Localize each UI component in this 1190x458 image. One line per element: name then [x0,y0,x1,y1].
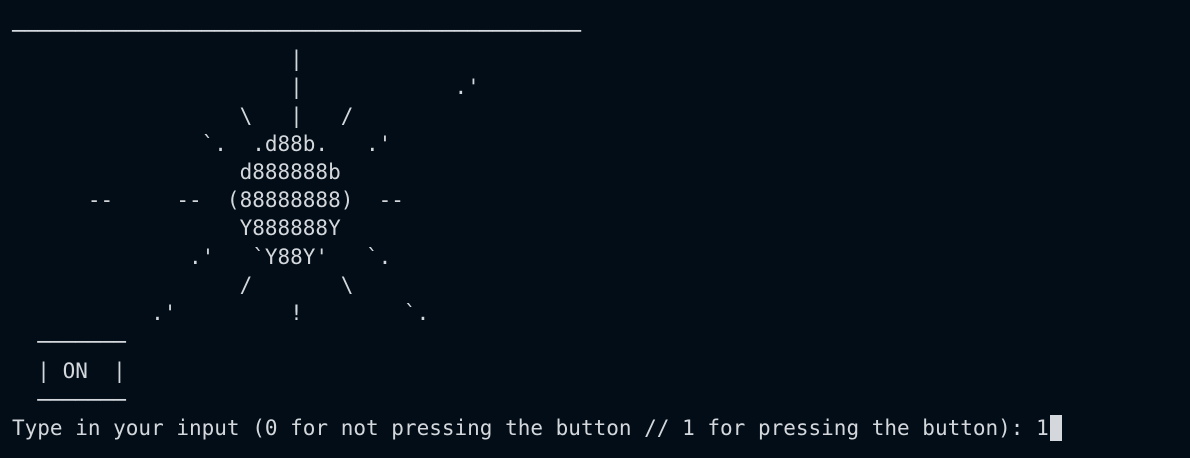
terminal-window[interactable]: ────────────────────────────────────────… [0,0,1190,458]
prompt-text: Type in your input (0 for not pressing t… [12,416,1037,440]
cursor-icon [1049,415,1062,441]
typed-input[interactable]: 1 [1036,416,1049,440]
input-prompt-line[interactable]: Type in your input (0 for not pressing t… [12,413,1062,443]
on-switch-ascii-art: ─────── | ON | ─────── [37,330,126,412]
light-bulb-ascii-art: ────────────────────────────────────────… [12,19,581,326]
